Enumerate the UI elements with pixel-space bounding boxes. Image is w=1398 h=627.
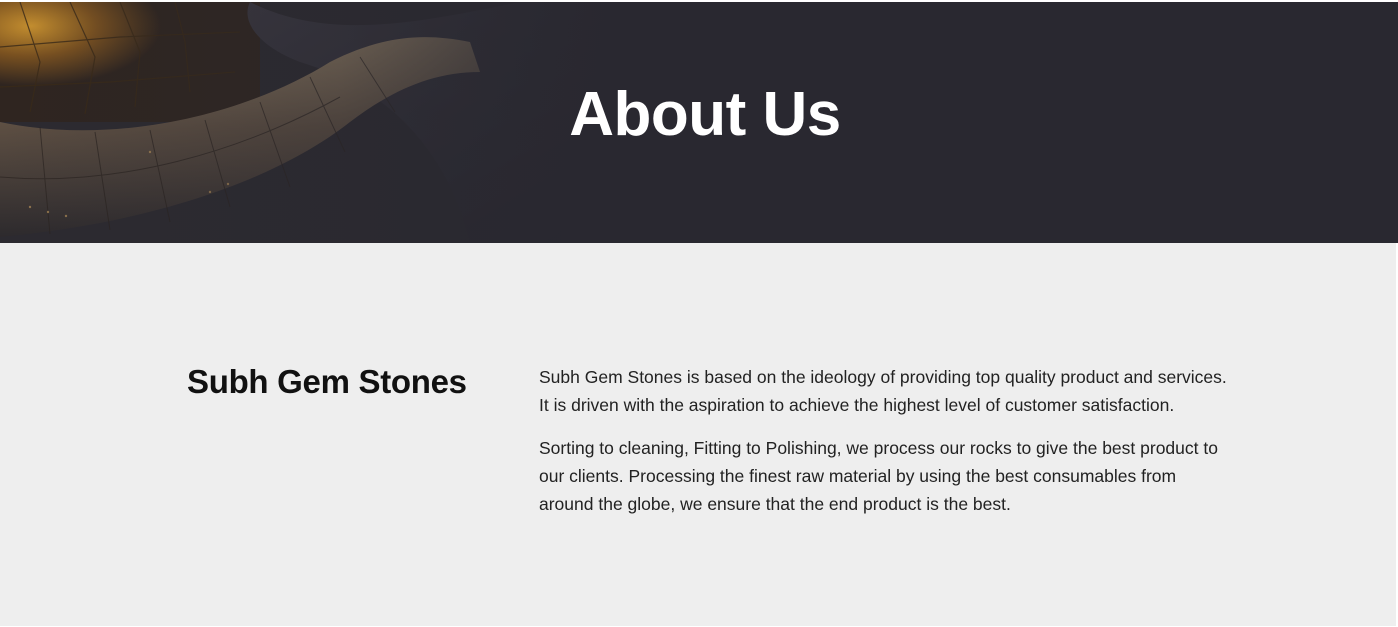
company-name-heading: Subh Gem Stones	[187, 363, 467, 400]
about-section: Subh Gem Stones Subh Gem Stones is based…	[0, 243, 1398, 626]
hero-banner: About Us	[0, 2, 1398, 243]
about-paragraph: Subh Gem Stones is based on the ideology…	[539, 367, 1227, 415]
page: About Us Subh Gem Stones Subh Gem Stones…	[0, 0, 1398, 627]
page-title: About Us	[569, 80, 841, 149]
about-description: Subh Gem Stones is based on the ideology…	[539, 363, 1229, 533]
about-paragraph: Sorting to cleaning, Fitting to Polishin…	[539, 438, 1218, 514]
